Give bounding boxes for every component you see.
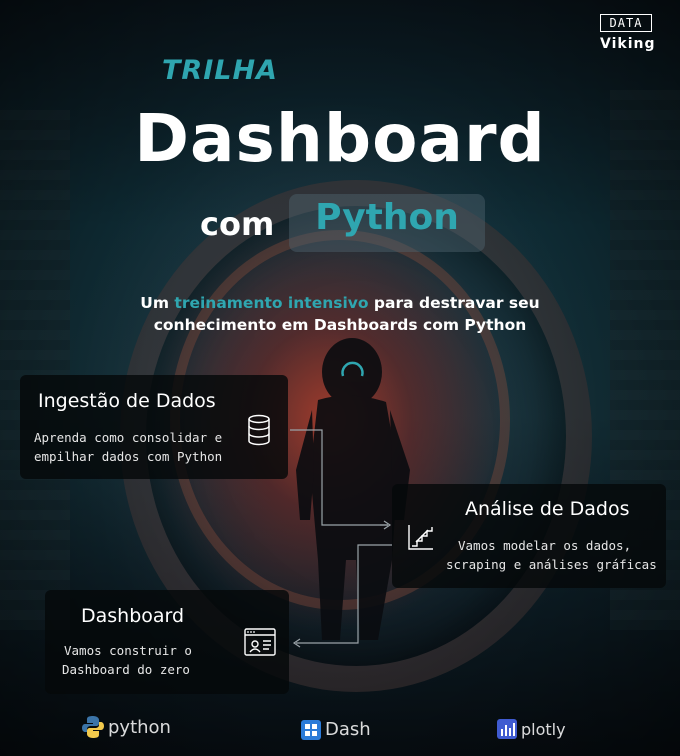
course-banner: DATA Viking TRILHA Dashboard com Python … (0, 0, 680, 756)
tool-dash: Dash (301, 719, 371, 740)
step-title: Dashboard (81, 605, 185, 627)
tool-label: Dash (325, 719, 371, 740)
step-card-ingestao: Ingestão de Dados Aprenda como consolida… (20, 375, 288, 479)
dashboard-window-icon (244, 628, 276, 656)
connector-step2-step3 (296, 544, 392, 644)
step-card-dashboard: Dashboard Vamos construir o Dashboard do… (45, 590, 289, 694)
plotly-logo-icon (497, 719, 517, 739)
connector-step1-step2 (290, 429, 388, 526)
step-title: Ingestão de Dados (38, 390, 216, 412)
step-desc-line2: Dashboard do zero (62, 662, 190, 677)
tool-plotly: plotly (497, 719, 566, 739)
tools-row: python Dash plotly (0, 715, 680, 751)
database-icon (248, 414, 270, 446)
step-desc-line1: Vamos construir o (64, 643, 192, 658)
python-logo-icon (82, 716, 104, 738)
tool-python: python (82, 715, 171, 739)
step-desc-line1: Aprenda como consolidar e (34, 430, 223, 445)
dash-logo-icon (301, 719, 321, 740)
step-desc-line2: empilhar dados com Python (34, 449, 223, 464)
tool-label: plotly (521, 719, 566, 739)
tool-label: python (108, 716, 171, 738)
step-title: Análise de Dados (465, 498, 630, 520)
chart-stairs-icon (408, 525, 433, 550)
step-card-analise: Análise de Dados Vamos modelar os dados,… (392, 484, 666, 588)
step-desc-line1: Vamos modelar os dados, (458, 538, 632, 553)
step-desc-line2: scraping e análises gráficas (446, 557, 657, 572)
